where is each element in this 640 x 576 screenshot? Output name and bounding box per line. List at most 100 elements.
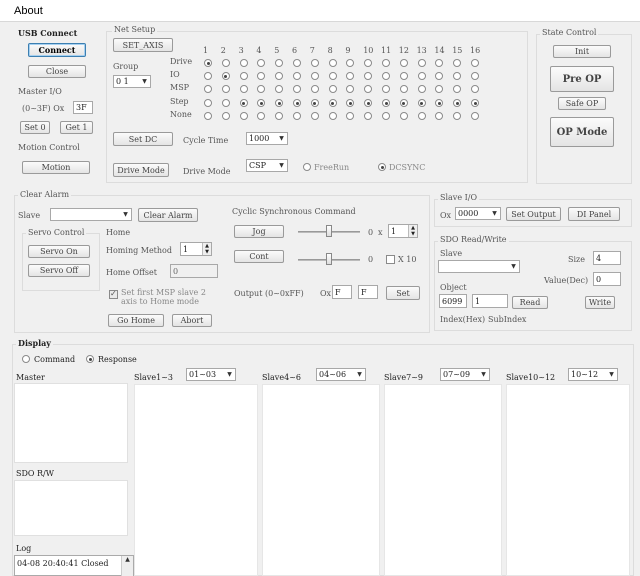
axis-3-row-1-radio[interactable] xyxy=(239,72,248,80)
slave3-range-select[interactable]: 07~09 ▼ xyxy=(440,368,490,381)
axis-7-row-0-radio[interactable] xyxy=(310,59,319,67)
scroll-up-icon[interactable]: ▲ xyxy=(125,556,130,563)
freerun-radio[interactable] xyxy=(303,163,311,171)
axis-2-row-3-radio[interactable] xyxy=(221,99,230,107)
axis-1-row-3-radio[interactable] xyxy=(204,99,212,107)
slave1-range-select[interactable]: 01~03 ▼ xyxy=(186,368,236,381)
axis-8-row-1-radio[interactable] xyxy=(328,72,337,80)
homing-method-field[interactable]: 1 ▲ ▼ xyxy=(180,242,212,256)
axis-8-row-0-radio[interactable] xyxy=(328,59,337,67)
alarm-slave-select[interactable]: ▼ xyxy=(50,208,132,221)
axis-1-row-0-radio[interactable] xyxy=(204,59,212,67)
cont-slider-thumb[interactable] xyxy=(326,253,332,265)
drive-mode-select[interactable]: CSP ▼ xyxy=(246,159,288,172)
get-1-button[interactable]: Get 1 xyxy=(60,121,93,134)
set-axis-button[interactable]: SET_AXIS xyxy=(113,38,173,52)
master-display-list[interactable] xyxy=(14,383,128,463)
sdo-size-field[interactable]: 4 xyxy=(593,251,621,265)
output-field-2[interactable]: F xyxy=(358,285,378,299)
sdo-value-field[interactable]: 0 xyxy=(593,272,621,286)
axis-2-row-1-radio[interactable] xyxy=(221,72,230,80)
axis-13-row-2-radio[interactable] xyxy=(417,85,426,93)
sdo-subindex-field[interactable]: 1 xyxy=(472,294,508,308)
home-offset-field[interactable]: 0 xyxy=(170,264,218,278)
axis-16-row-0-radio[interactable] xyxy=(471,59,479,67)
slave4-display-list[interactable] xyxy=(506,384,630,576)
safe-op-button[interactable]: Safe OP xyxy=(558,97,606,110)
axis-16-row-1-radio[interactable] xyxy=(471,72,479,80)
cont-button[interactable]: Cont xyxy=(234,250,284,263)
axis-8-row-3-radio[interactable] xyxy=(328,99,337,107)
multiplier-field[interactable]: 1 ▲ ▼ xyxy=(388,224,418,238)
sdo-read-button[interactable]: Read xyxy=(512,296,548,309)
close-button[interactable]: Close xyxy=(28,65,86,78)
sdo-slave-select[interactable]: ▼ xyxy=(438,260,520,273)
jog-button[interactable]: Jog xyxy=(234,225,284,238)
di-panel-button[interactable]: DI Panel xyxy=(568,207,620,221)
group-select[interactable]: 0 1 ▼ xyxy=(113,75,151,88)
slave1-display-list[interactable] xyxy=(134,384,258,576)
sdo-rw-display-list[interactable] xyxy=(14,480,128,536)
axis-2-row-0-radio[interactable] xyxy=(221,59,230,67)
output-set-button[interactable]: Set xyxy=(386,286,420,300)
dcsync-radio[interactable] xyxy=(378,163,386,171)
connect-button[interactable]: Connect xyxy=(28,43,86,57)
axis-16-row-4-radio[interactable] xyxy=(471,112,479,120)
axis-6-row-2-radio[interactable] xyxy=(293,85,301,93)
pre-op-button[interactable]: Pre OP xyxy=(550,66,614,92)
axis-1-row-4-radio[interactable] xyxy=(204,112,212,120)
axis-7-row-3-radio[interactable] xyxy=(310,99,319,107)
axis-6-row-4-radio[interactable] xyxy=(293,112,301,120)
go-home-button[interactable]: Go Home xyxy=(108,314,164,327)
x10-checkbox[interactable] xyxy=(386,255,395,264)
spinner-icon[interactable]: ▲ ▼ xyxy=(408,225,417,237)
set-dc-button[interactable]: Set DC xyxy=(113,132,173,146)
slave2-range-select[interactable]: 04~06 ▼ xyxy=(316,368,366,381)
sdo-write-button[interactable]: Write xyxy=(585,296,615,309)
init-button[interactable]: Init xyxy=(553,45,611,58)
axis-8-row-4-radio[interactable] xyxy=(328,112,337,120)
set-0-button[interactable]: Set 0 xyxy=(20,121,50,134)
axis-6-row-3-radio[interactable] xyxy=(293,99,301,107)
op-mode-button[interactable]: OP Mode xyxy=(550,117,614,147)
axis-7-row-2-radio[interactable] xyxy=(310,85,319,93)
axis-1-row-1-radio[interactable] xyxy=(204,72,212,80)
output-field-1[interactable]: F xyxy=(332,285,352,299)
axis-12-row-4-radio[interactable] xyxy=(399,112,408,120)
axis-8-row-2-radio[interactable] xyxy=(328,85,337,93)
slave2-display-list[interactable] xyxy=(262,384,380,576)
axis-3-row-0-radio[interactable] xyxy=(239,59,248,67)
axis-16-row-2-radio[interactable] xyxy=(471,85,479,93)
axis-11-row-2-radio[interactable] xyxy=(382,85,390,93)
slave4-range-select[interactable]: 10~12 ▼ xyxy=(568,368,618,381)
axis-7-row-1-radio[interactable] xyxy=(310,72,319,80)
log-scrollbar[interactable]: ▲ xyxy=(121,556,133,576)
set-output-button[interactable]: Set Output xyxy=(506,207,561,221)
axis-11-row-3-radio[interactable] xyxy=(382,99,390,107)
axis-13-row-1-radio[interactable] xyxy=(417,72,426,80)
clear-alarm-button[interactable]: Clear Alarm xyxy=(138,208,198,222)
axis-7-row-4-radio[interactable] xyxy=(310,112,319,120)
axis-2-row-4-radio[interactable] xyxy=(221,112,230,120)
axis-13-row-3-radio[interactable] xyxy=(417,99,426,107)
axis-16-row-3-radio[interactable] xyxy=(471,99,479,107)
jog-slider-thumb[interactable] xyxy=(326,225,332,237)
axis-12-row-1-radio[interactable] xyxy=(399,72,408,80)
servo-on-button[interactable]: Servo On xyxy=(28,245,90,258)
cycle-time-select[interactable]: 1000 ▼ xyxy=(246,132,288,145)
slave3-display-list[interactable] xyxy=(384,384,502,576)
sdo-index-field[interactable]: 6099 xyxy=(439,294,467,308)
drive-mode-button[interactable]: Drive Mode xyxy=(113,163,169,177)
spinner-icon[interactable]: ▲ ▼ xyxy=(202,243,211,255)
home-mode-checkbox[interactable] xyxy=(109,289,118,299)
slave-io-select[interactable]: 0000 ▼ xyxy=(455,207,501,220)
axis-13-row-4-radio[interactable] xyxy=(417,112,426,120)
axis-3-row-3-radio[interactable] xyxy=(239,99,248,107)
axis-12-row-3-radio[interactable] xyxy=(399,99,408,107)
motion-button[interactable]: Motion xyxy=(22,161,90,174)
axis-1-row-2-radio[interactable] xyxy=(204,85,212,93)
axis-2-row-2-radio[interactable] xyxy=(221,85,230,93)
axis-13-row-0-radio[interactable] xyxy=(417,59,426,67)
servo-off-button[interactable]: Servo Off xyxy=(28,264,90,277)
axis-12-row-0-radio[interactable] xyxy=(399,59,408,67)
